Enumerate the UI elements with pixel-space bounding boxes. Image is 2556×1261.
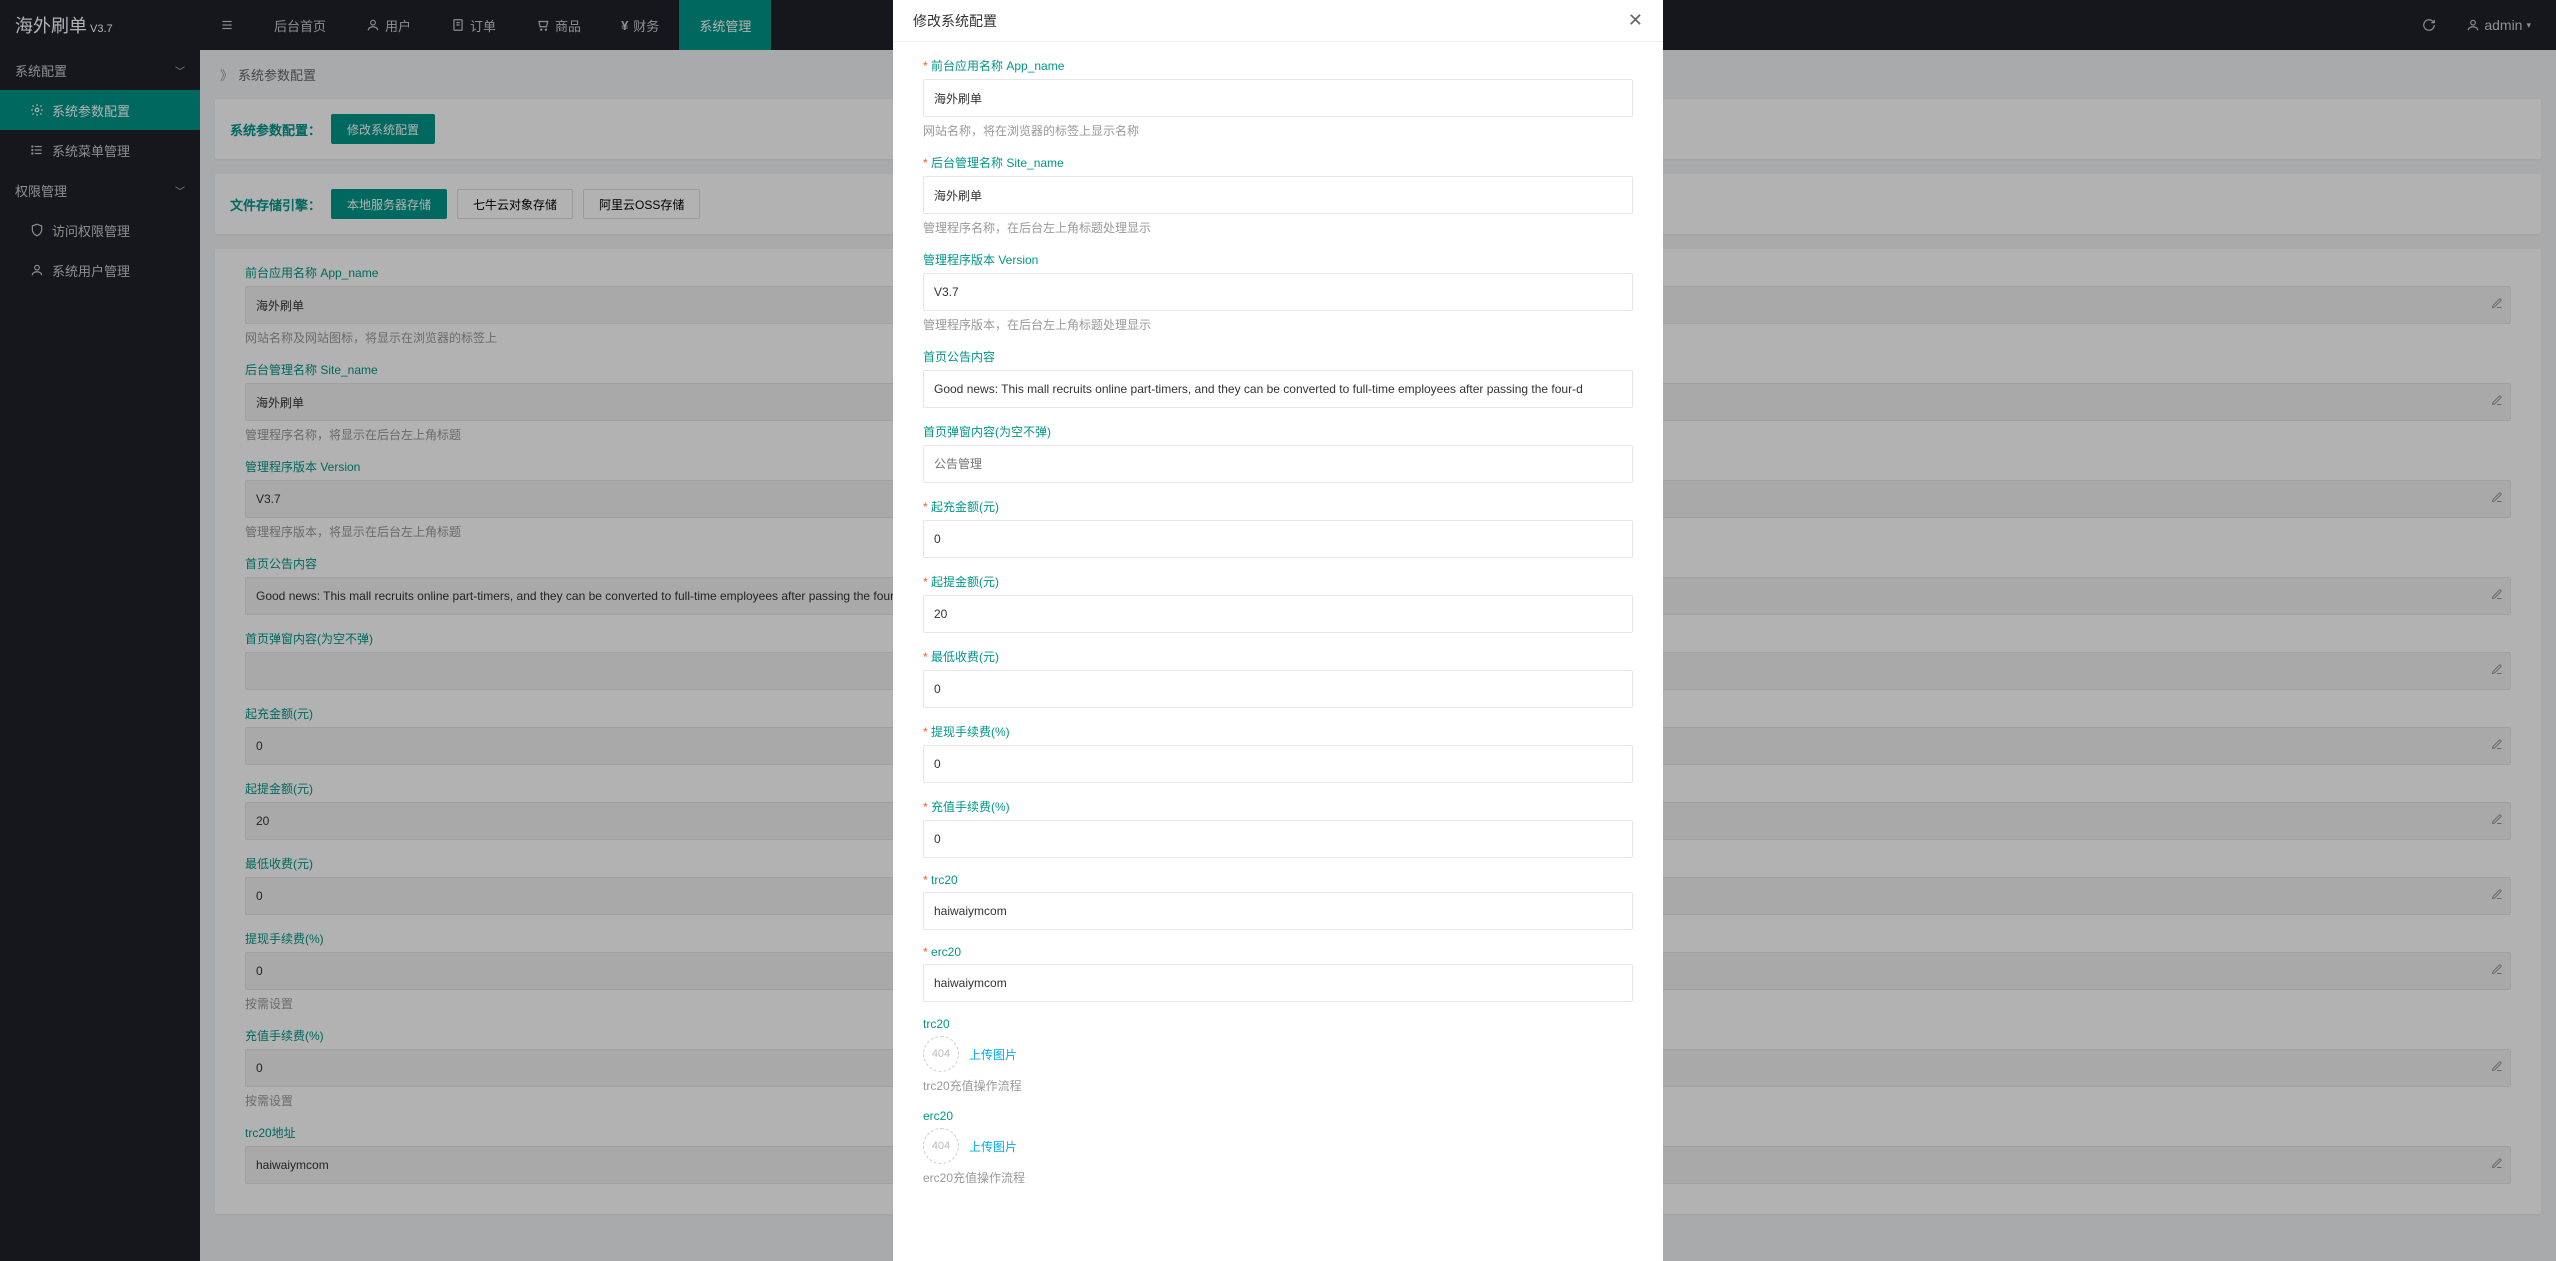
field-label-erc20-img: erc20: [923, 1109, 1633, 1123]
field-label-trc20: trc20: [923, 873, 1633, 887]
upload-trc20-image-button[interactable]: 上传图片: [969, 1046, 1017, 1063]
input-sitename[interactable]: [923, 176, 1633, 214]
close-icon[interactable]: ✕: [1628, 10, 1643, 31]
field-label-popup: 首页弹窗内容(为空不弹): [923, 423, 1633, 440]
input-min-fee[interactable]: [923, 670, 1633, 708]
input-trc20[interactable]: [923, 892, 1633, 930]
image-placeholder-icon: 404: [923, 1128, 959, 1164]
field-help: trc20充值操作流程: [923, 1077, 1633, 1094]
input-min-withdraw[interactable]: [923, 595, 1633, 633]
input-notice[interactable]: [923, 370, 1633, 408]
upload-erc20-image-button[interactable]: 上传图片: [969, 1138, 1017, 1155]
field-help: 网站名称，将在浏览器的标签上显示名称: [923, 122, 1633, 139]
edit-config-modal: 修改系统配置 ✕ 前台应用名称 App_name 网站名称，将在浏览器的标签上显…: [893, 0, 1663, 1261]
field-label-sitename: 后台管理名称 Site_name: [923, 154, 1633, 171]
image-placeholder-icon: 404: [923, 1036, 959, 1072]
modal-body: 前台应用名称 App_name 网站名称，将在浏览器的标签上显示名称 后台管理名…: [893, 42, 1663, 1261]
field-label-trc20-img: trc20: [923, 1017, 1633, 1031]
input-recharge-fee[interactable]: [923, 820, 1633, 858]
field-label-recharge-fee: 充值手续费(%): [923, 798, 1633, 815]
field-label-version: 管理程序版本 Version: [923, 251, 1633, 268]
field-label-min-fee: 最低收费(元): [923, 648, 1633, 665]
field-help: erc20充值操作流程: [923, 1169, 1633, 1186]
modal-title: 修改系统配置: [913, 11, 997, 31]
field-label-appname: 前台应用名称 App_name: [923, 57, 1633, 74]
field-help: 管理程序版本，在后台左上角标题处理显示: [923, 316, 1633, 333]
input-erc20[interactable]: [923, 964, 1633, 1002]
input-min-recharge[interactable]: [923, 520, 1633, 558]
field-label-min-withdraw: 起提金额(元): [923, 573, 1633, 590]
modal-header: 修改系统配置 ✕: [893, 0, 1663, 42]
input-version[interactable]: [923, 273, 1633, 311]
field-label-erc20: erc20: [923, 945, 1633, 959]
input-appname[interactable]: [923, 79, 1633, 117]
field-help: 管理程序名称，在后台左上角标题处理显示: [923, 219, 1633, 236]
input-withdraw-fee[interactable]: [923, 745, 1633, 783]
field-label-notice: 首页公告内容: [923, 348, 1633, 365]
field-label-withdraw-fee: 提现手续费(%): [923, 723, 1633, 740]
input-popup[interactable]: [923, 445, 1633, 483]
field-label-min-recharge: 起充金额(元): [923, 498, 1633, 515]
